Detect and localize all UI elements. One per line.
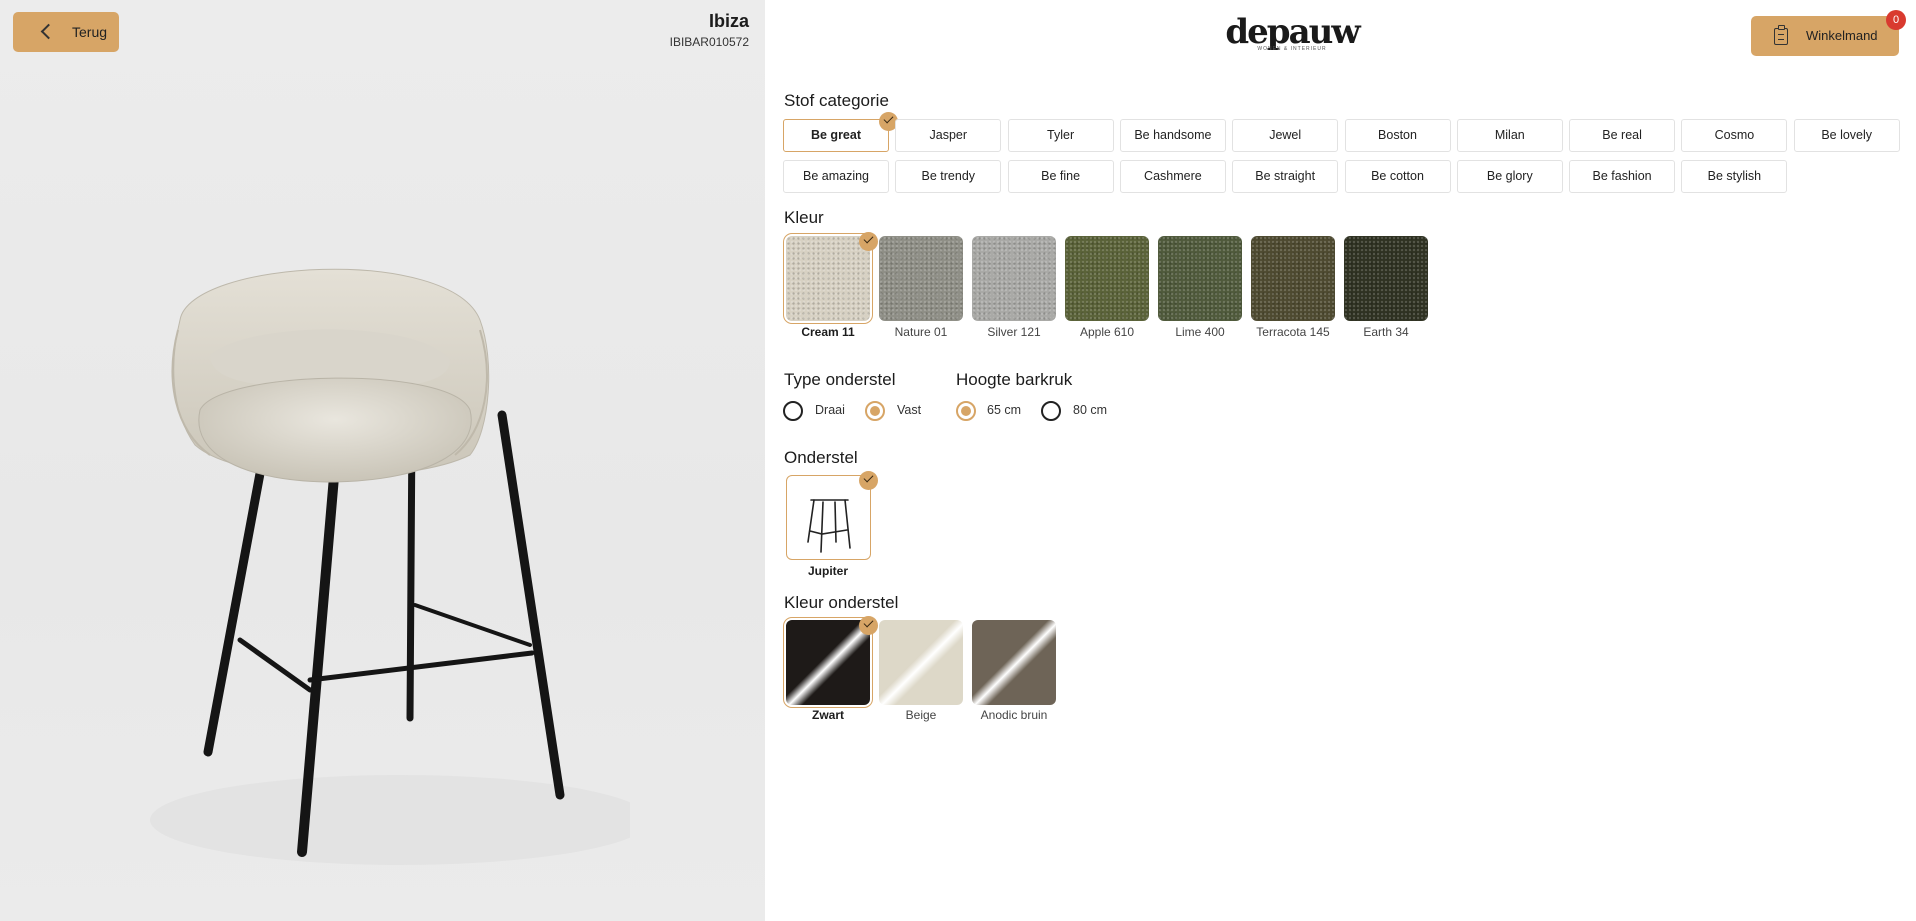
color-swatch-nature-01[interactable]: [879, 236, 963, 321]
color-label-earth-34: Earth 34: [1363, 325, 1409, 339]
fabric-category-be-lovely[interactable]: Be lovely: [1793, 119, 1900, 152]
color-label-terracota-145: Terracota 145: [1256, 325, 1330, 339]
fabric-category-boston[interactable]: Boston: [1344, 119, 1451, 152]
radio-65cm[interactable]: [956, 401, 976, 421]
fabric-category-be-fine[interactable]: Be fine: [1007, 160, 1114, 193]
radio-65cm-label: 65 cm: [987, 403, 1022, 417]
fabric-category-be-great[interactable]: Be great: [783, 119, 889, 152]
fabric-category-be-trendy[interactable]: Be trendy: [895, 160, 1002, 193]
radio-draai-label: Draai: [815, 403, 845, 417]
base-option-jupiter[interactable]: [786, 475, 871, 560]
fabric-category-be-straight[interactable]: Be straight: [1232, 160, 1339, 193]
radio-80cm-label: 80 cm: [1073, 403, 1108, 417]
fabric-category-be-handsome[interactable]: Be handsome: [1119, 119, 1226, 152]
fabric-category-tyler[interactable]: Tyler: [1007, 119, 1114, 152]
logo-wordmark: depauw: [1225, 12, 1360, 52]
base-option-label: Jupiter: [807, 564, 848, 578]
height-title: Hoogte barkruk: [956, 370, 1073, 389]
depauw-logo: depauw WONEN & INTERIEUR: [1222, 14, 1362, 52]
base-color-swatch-anodic-bruin[interactable]: [972, 620, 1056, 705]
chevron-left-icon: [40, 23, 57, 40]
back-button-label: Terug: [72, 24, 108, 40]
back-button[interactable]: Terug: [13, 12, 119, 52]
color-label-silver-121: Silver 121: [987, 325, 1041, 339]
fabric-category-milan[interactable]: Milan: [1456, 119, 1563, 152]
fabric-category-be-amazing[interactable]: Be amazing: [783, 160, 889, 193]
color-swatch-cream-11[interactable]: [783, 233, 873, 324]
color-label-apple-610: Apple 610: [1079, 325, 1135, 339]
base-color-swatch-zwart[interactable]: [783, 617, 873, 708]
selected-check-icon: [859, 471, 878, 490]
cart-count-badge: 0: [1886, 10, 1906, 30]
product-image-chair: [150, 268, 630, 865]
color-swatch-earth-34[interactable]: [1344, 236, 1428, 321]
product-title: Ibiza: [708, 11, 749, 31]
fabric-category-cosmo[interactable]: Cosmo: [1681, 119, 1788, 152]
base-color-label-beige: Beige: [905, 708, 937, 722]
color-label-cream-11: Cream 11: [801, 325, 855, 339]
fabric-category-jewel[interactable]: Jewel: [1232, 119, 1339, 152]
configurator-panel: depauw WONEN & INTERIEUR Winkelmand 0 St…: [765, 0, 1916, 921]
color-swatch-terracota-145[interactable]: [1251, 236, 1335, 321]
fabric-category-be-cotton[interactable]: Be cotton: [1344, 160, 1451, 193]
cart-button-label: Winkelmand: [1806, 28, 1878, 43]
color-swatch-apple-610[interactable]: [1065, 236, 1149, 321]
fabric-category-title: Stof categorie: [784, 91, 889, 110]
base-color-swatch-beige[interactable]: [879, 620, 963, 705]
color-swatch-silver-121[interactable]: [972, 236, 1056, 321]
cart-button[interactable]: Winkelmand: [1751, 16, 1899, 56]
fabric-category-cashmere[interactable]: Cashmere: [1119, 160, 1226, 193]
product-code: IBIBAR010572: [669, 35, 749, 49]
radio-vast-label: Vast: [897, 403, 922, 417]
fabric-category-be-fashion[interactable]: Be fashion: [1569, 160, 1676, 193]
base-color-label-anodic-bruin: Anodic bruin: [980, 708, 1048, 722]
radio-vast[interactable]: [865, 401, 885, 421]
radio-draai[interactable]: [783, 401, 803, 421]
fabric-category-be-glory[interactable]: Be glory: [1456, 160, 1563, 193]
color-title: Kleur: [784, 208, 824, 227]
product-preview-panel: Terug Ibiza IBIBAR010572: [0, 0, 765, 921]
fabric-category-be-stylish[interactable]: Be stylish: [1681, 160, 1788, 193]
base-type-title: Type onderstel: [784, 370, 896, 389]
clipboard-icon: [1774, 25, 1788, 45]
bar-stool-frame-icon: [807, 499, 851, 553]
fabric-category-be-real[interactable]: Be real: [1569, 119, 1676, 152]
selected-check-icon: [859, 232, 878, 251]
base-title: Onderstel: [784, 448, 858, 467]
fabric-category-jasper[interactable]: Jasper: [895, 119, 1002, 152]
color-label-nature-01: Nature 01: [894, 325, 948, 339]
base-color-title: Kleur onderstel: [784, 593, 899, 612]
color-label-lime-400: Lime 400: [1175, 325, 1225, 339]
base-color-label-zwart: Zwart: [811, 708, 844, 722]
color-swatch-lime-400[interactable]: [1158, 236, 1242, 321]
radio-80cm[interactable]: [1041, 401, 1061, 421]
selected-check-icon: [859, 616, 878, 635]
